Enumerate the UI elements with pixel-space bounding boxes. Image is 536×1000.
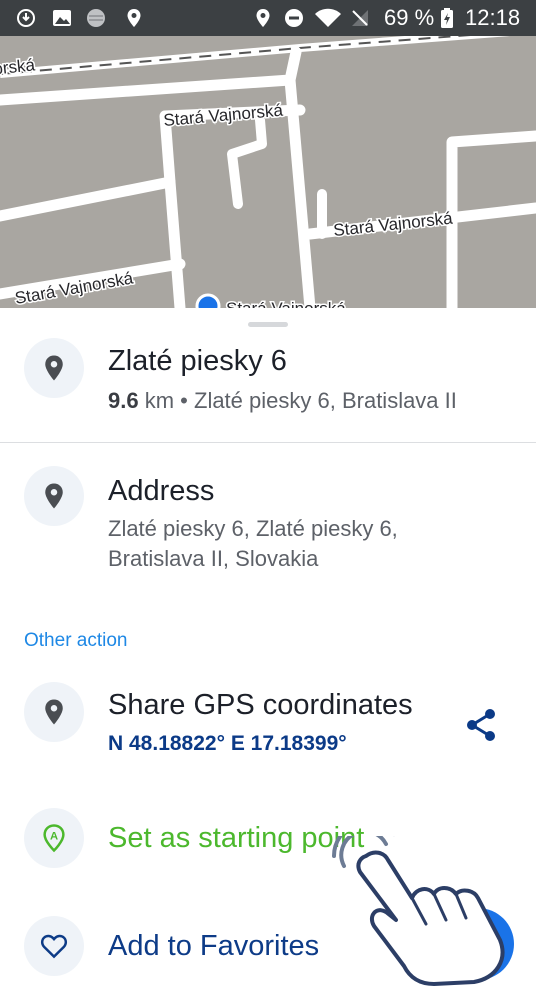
- tap-hand-icon: [331, 836, 505, 986]
- share-icon[interactable]: [460, 704, 504, 748]
- start-icon-circle: A: [24, 808, 84, 868]
- other-action-label: Other action: [24, 630, 128, 651]
- distance-unit: km: [144, 388, 175, 413]
- start-point-pin-icon: A: [43, 824, 65, 853]
- address-icon-circle: [24, 466, 84, 526]
- share-gps-title: Share GPS coordinates: [108, 689, 413, 721]
- separator-dot: •: [180, 388, 188, 413]
- address-line-2: Bratislava II, Slovakia: [108, 546, 319, 571]
- address-heading: Address: [108, 475, 215, 507]
- download-icon: [17, 9, 35, 27]
- drag-handle[interactable]: [248, 322, 288, 327]
- favorite-icon-circle: [24, 916, 84, 976]
- divider: [0, 442, 536, 443]
- location-pin-icon: [45, 483, 63, 509]
- place-locality: Zlaté piesky 6, Bratislava II: [194, 388, 457, 413]
- wifi-icon: [315, 8, 341, 27]
- clock: 12:18: [465, 5, 521, 30]
- address-line-1: Zlaté piesky 6, Zlaté piesky 6,: [108, 516, 398, 541]
- do-not-disturb-icon: [285, 9, 303, 27]
- location-status-icon-right: [256, 9, 270, 27]
- start-point-letter: A: [50, 830, 58, 842]
- place-title: Zlaté piesky 6: [108, 345, 287, 377]
- map-marker-icon[interactable]: [195, 293, 221, 308]
- map-canvas[interactable]: orská Stará Vajnorská Stará Vajnorská St…: [0, 36, 536, 308]
- battery-percent: 69 %: [384, 5, 435, 30]
- place-icon-circle: [24, 338, 84, 398]
- place-subtitle: 9.6 km • Zlaté piesky 6, Bratislava II: [108, 386, 457, 416]
- gps-coordinates: N 48.18822° E 17.18399°: [108, 732, 347, 755]
- street-label-bottom: Stará Vajnorská: [226, 299, 346, 308]
- location-pin-icon: [45, 355, 63, 381]
- add-to-favorites-label: Add to Favorites: [108, 930, 320, 962]
- battery-charging-icon: [441, 8, 453, 28]
- distance-value: 9.6: [108, 388, 139, 413]
- location-status-icon: [127, 9, 141, 27]
- location-pin-icon: [45, 699, 63, 725]
- set-starting-point-label: Set as starting point: [108, 822, 365, 854]
- status-bar: 69 % 12:18: [0, 0, 536, 36]
- no-signal-icon: [352, 10, 368, 26]
- share-icon-circle: [24, 682, 84, 742]
- map-view[interactable]: orská Stará Vajnorská Stará Vajnorská St…: [0, 36, 536, 308]
- heart-icon: [40, 934, 68, 959]
- image-icon: [53, 10, 71, 26]
- globe-icon: [87, 9, 105, 27]
